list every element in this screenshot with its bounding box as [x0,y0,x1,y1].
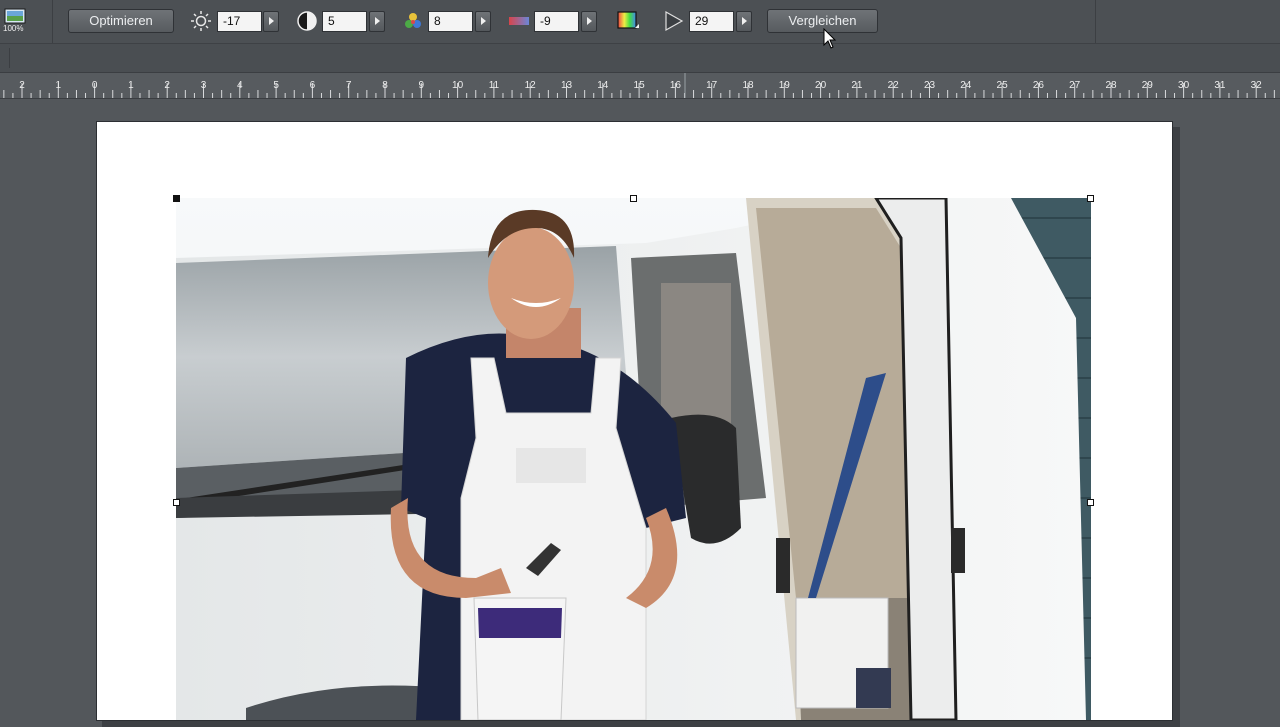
painter-van-image [176,198,1091,720]
resize-handle-top-left[interactable] [173,195,180,202]
contrast-arrow-button[interactable] [369,11,385,32]
ruler-label: 26 [1033,80,1045,91]
ruler-label: 22 [888,80,900,91]
ruler-label: 20 [815,80,827,91]
painter-photo[interactable] [176,198,1091,720]
sharpness-input[interactable]: 29 [689,11,734,32]
resize-handle-top-right[interactable] [1087,195,1094,202]
sun-icon [191,11,211,31]
color-bar-icon [509,17,529,25]
ruler-label: 13 [561,80,573,91]
ruler-label: 29 [1142,80,1154,91]
ruler-label: 18 [742,80,754,91]
adjustment-toolbar: 100% Optimieren -17 5 8 -9 29 Vergleiche… [0,0,1280,44]
saturation-arrow-button[interactable] [475,11,491,32]
gradient-square-icon[interactable] [617,10,639,32]
ruler-label: 2 [19,80,25,91]
optimize-button[interactable]: Optimieren [68,9,174,33]
ruler-label: 31 [1214,80,1226,91]
play-triangle-icon [665,10,684,32]
zoom-button[interactable]: 100% [2,6,30,36]
ruler-label: 4 [237,80,243,91]
ruler-label: 6 [310,80,316,91]
ruler-label: 12 [525,80,537,91]
ruler-label: 1 [56,80,62,91]
ruler-label: 30 [1178,80,1190,91]
saturation-input[interactable]: 8 [428,11,473,32]
toolbar-separator [1095,0,1096,43]
brightness-input[interactable]: -17 [217,11,262,32]
ruler-label: 15 [634,80,646,91]
brightness-arrow-button[interactable] [263,11,279,32]
ruler-label: 24 [960,80,972,91]
color-dots-icon [405,13,421,28]
mouse-cursor-icon [823,28,837,49]
horizontal-ruler[interactable]: 2 1 0 1 2 3 4 5 6 7 8 9 10 11 12 13 14 15 16 17 18 19 20 21 22 23… [0,73,1280,99]
ruler-label: 25 [997,80,1009,91]
half-circle-icon [297,11,317,31]
ruler-label: 27 [1069,80,1081,91]
color-input[interactable]: -9 [534,11,579,32]
secondary-toolbar [0,44,1280,73]
ruler-label: 1 [128,80,134,91]
ruler-label: 23 [924,80,936,91]
ruler-label: 17 [706,80,718,91]
resize-handle-left[interactable] [173,499,180,506]
ruler-label: 14 [597,80,609,91]
ruler-label: 28 [1105,80,1117,91]
ruler-label: 3 [201,80,207,91]
ruler-label: 7 [346,80,352,91]
sharpness-arrow-button[interactable] [736,11,752,32]
ruler-label: 21 [851,80,863,91]
zoom-level-label: 100% [3,24,24,33]
contrast-input[interactable]: 5 [322,11,367,32]
resize-handle-top[interactable] [630,195,637,202]
ruler-label: 19 [779,80,791,91]
ruler-label: 5 [273,80,279,91]
toolbar-separator [52,0,53,43]
ruler-label: 32 [1251,80,1263,91]
ruler-label: 2 [164,80,170,91]
ruler-scale: 2 1 0 1 2 3 4 5 6 7 8 9 10 11 12 13 14 15 16 17 18 19 20 21 22 23… [3,73,1275,98]
ruler-label: 8 [382,80,388,91]
ruler-label: 10 [452,80,464,91]
color-arrow-button[interactable] [581,11,597,32]
ruler-label: 9 [419,80,425,91]
ruler-label: 11 [489,80,500,91]
ruler-label: 16 [670,80,682,91]
resize-handle-right[interactable] [1087,499,1094,506]
panel-grip[interactable] [0,48,10,68]
ruler-label: 0 [92,80,98,91]
